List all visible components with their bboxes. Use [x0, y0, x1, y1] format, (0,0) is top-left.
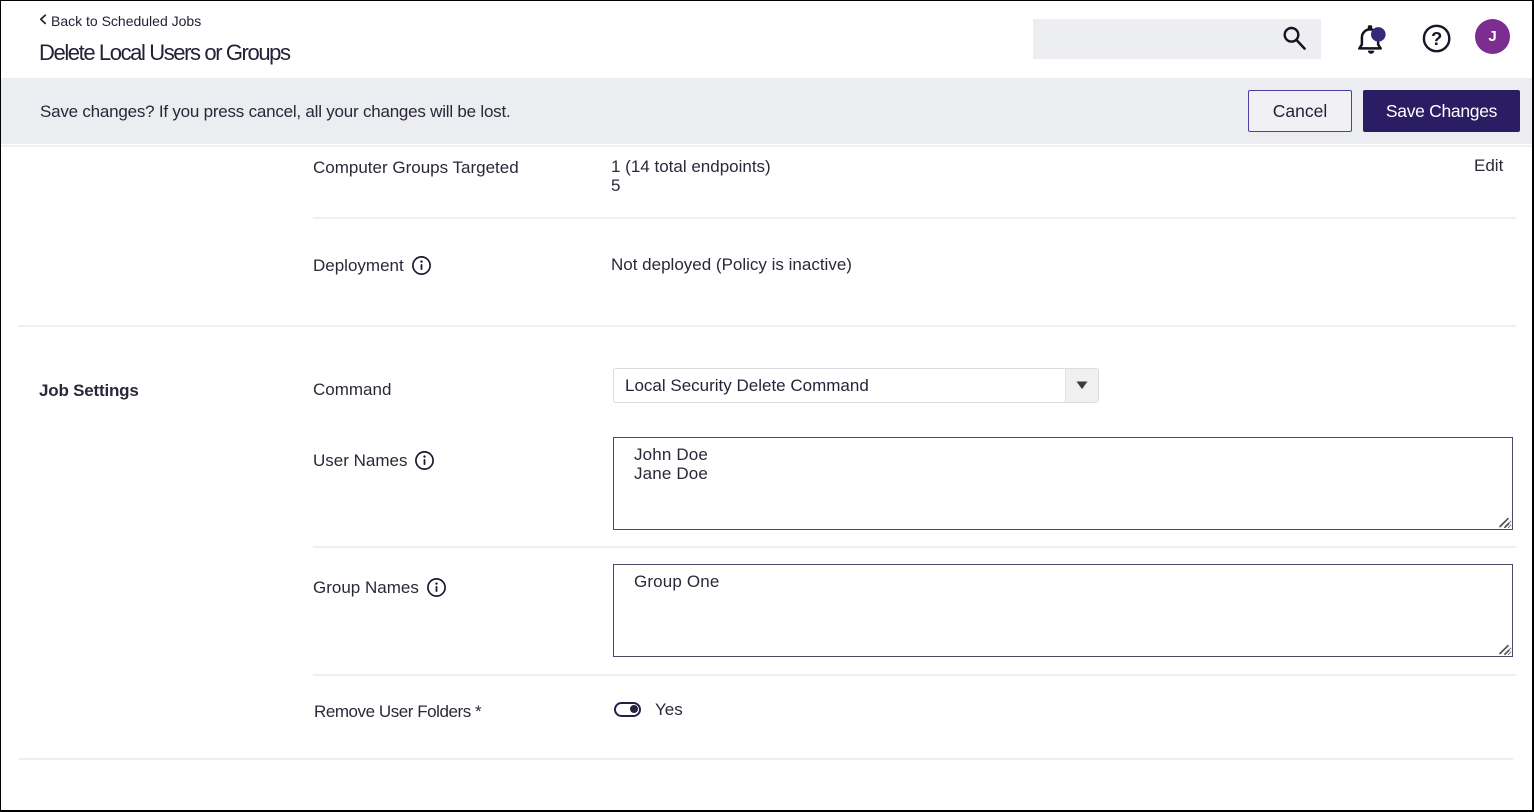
svg-text:?: ?: [1431, 28, 1442, 49]
